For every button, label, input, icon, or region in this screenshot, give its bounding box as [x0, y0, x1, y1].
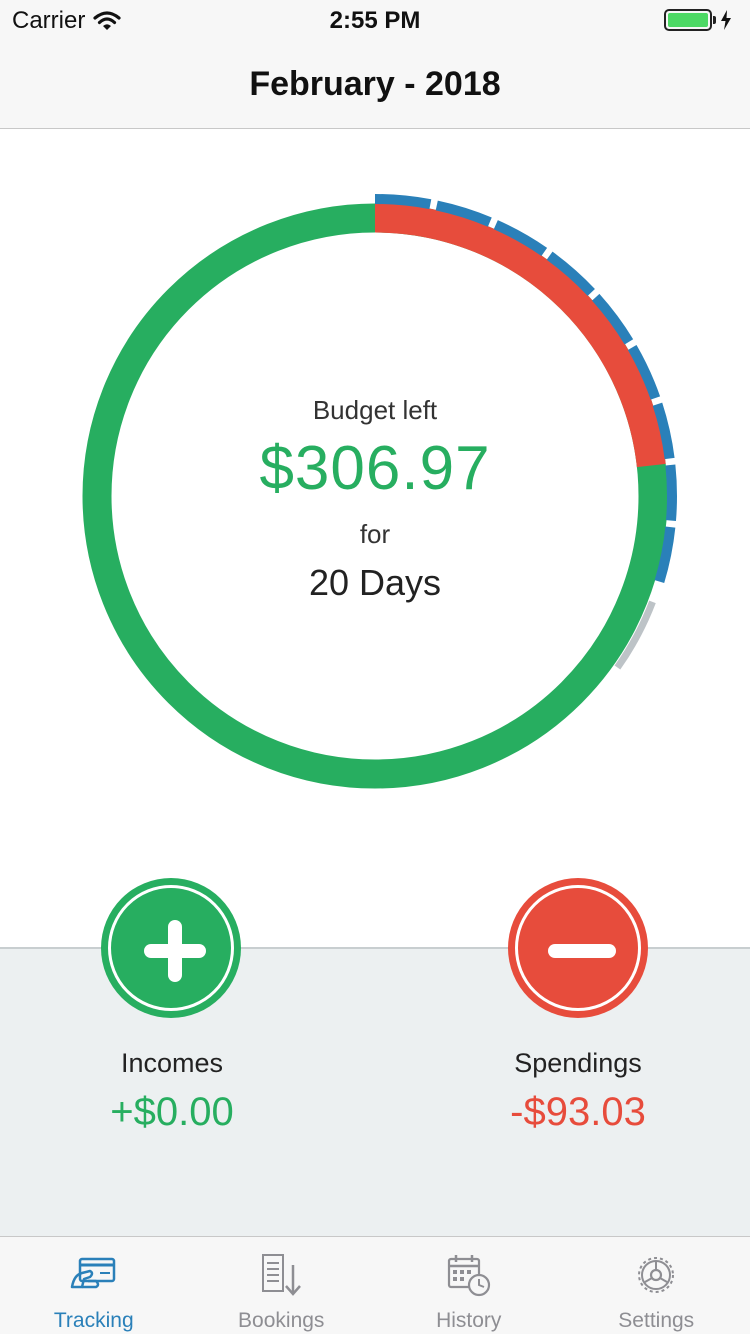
tab-history-label: History — [436, 1309, 502, 1332]
budget-ring-spent-arc — [374, 203, 666, 468]
tab-settings[interactable]: Settings — [563, 1237, 750, 1334]
tab-tracking-label: Tracking — [53, 1309, 134, 1332]
page-title: February - 2018 — [249, 65, 501, 103]
tab-bar: Tracking Bookings History Settings — [0, 1236, 750, 1334]
tab-tracking[interactable]: Tracking — [0, 1237, 188, 1334]
status-bar: Carrier 2:55 PM — [0, 0, 750, 40]
tab-settings-label: Settings — [618, 1309, 695, 1332]
incomes-value: +$0.00 — [110, 1090, 234, 1134]
clock: 2:55 PM — [329, 7, 421, 34]
calendar-clock-icon — [447, 1255, 490, 1297]
spendings-label: Spendings — [514, 1048, 642, 1078]
navigation-bar: February - 2018 — [0, 40, 750, 129]
days-remaining: 20 Days — [308, 562, 442, 603]
battery-icon — [664, 9, 732, 31]
minus-icon — [515, 885, 641, 1011]
charging-bolt-icon — [721, 10, 731, 30]
budget-left-amount: $306.97 — [259, 434, 491, 503]
plus-icon — [108, 885, 234, 1011]
for-label: for — [359, 519, 391, 549]
tab-bookings[interactable]: Bookings — [188, 1237, 376, 1334]
tab-bookings-label: Bookings — [238, 1309, 325, 1332]
credit-card-icon — [70, 1257, 115, 1289]
budget-left-label: Budget left — [312, 395, 438, 425]
budget-ring: Budget left $306.97 for 20 Days — [0, 129, 750, 849]
list-sort-icon — [262, 1254, 302, 1296]
incomes-label: Incomes — [120, 1048, 224, 1078]
gear-icon — [638, 1257, 675, 1293]
add-income-button[interactable] — [101, 878, 241, 1018]
add-spending-button[interactable] — [508, 878, 648, 1018]
spendings-value: -$93.03 — [510, 1090, 646, 1134]
tab-history[interactable]: History — [375, 1237, 563, 1334]
day-segment — [374, 194, 432, 210]
